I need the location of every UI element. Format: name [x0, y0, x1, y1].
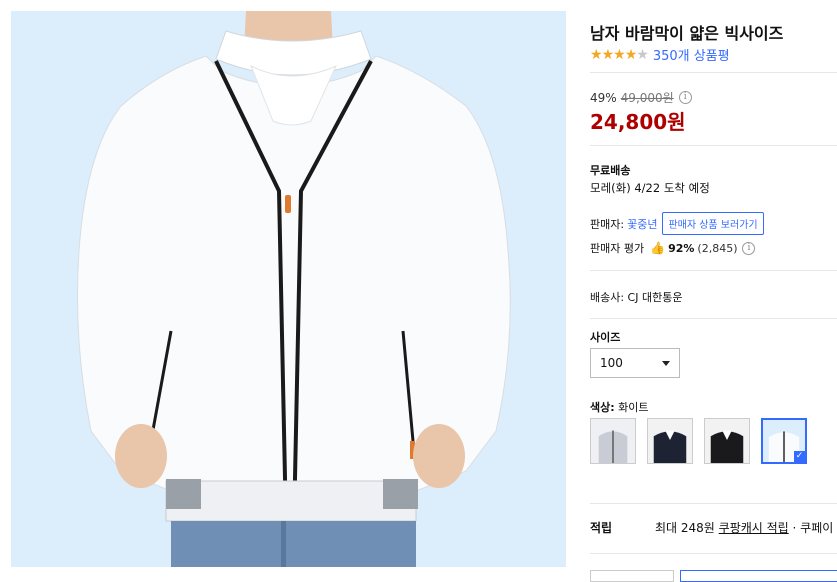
points-suffix: · 쿠페이	[788, 521, 834, 535]
check-icon: ✓	[794, 451, 805, 462]
thumbs-up-icon: 👍	[650, 241, 666, 255]
color-row: 색상: 화이트	[590, 399, 649, 415]
carrier-info: 배송사: CJ 대한통운	[590, 291, 683, 304]
divider	[590, 318, 837, 319]
seller-products-button[interactable]: 판매자 상품 보러가기	[662, 212, 764, 235]
coupang-cash-link[interactable]: 쿠팡캐시 적립	[719, 521, 789, 535]
divider	[590, 503, 837, 504]
discount-rate: 49%	[590, 90, 617, 105]
swatch-light-gray[interactable]	[590, 418, 636, 464]
swatch-navy[interactable]	[647, 418, 693, 464]
star-icon: ★	[590, 46, 603, 63]
action-button[interactable]	[680, 570, 837, 582]
sale-price: 24,800원	[590, 110, 686, 134]
seller-name-link[interactable]: 꽃중년	[627, 216, 657, 232]
color-swatches: ✓	[590, 418, 818, 464]
points-row: 적립 최대 248원 쿠팡캐시 적립 · 쿠페이	[590, 519, 833, 536]
info-icon[interactable]: i	[678, 91, 692, 104]
review-count-link[interactable]: 350개 상품평	[653, 45, 730, 64]
swatch-white[interactable]: ✓	[761, 418, 807, 464]
size-title: 사이즈	[590, 331, 621, 344]
star-icon: ★	[601, 46, 615, 63]
divider	[590, 553, 837, 554]
seller-rating-percent: 92%	[668, 241, 695, 255]
points-amount: 최대 248원	[655, 521, 719, 535]
points-label: 적립	[590, 521, 613, 535]
discount-row: 49% 49,000원 i	[590, 89, 692, 106]
star-rating: ★ ★ ★ ★ ★	[590, 46, 649, 63]
size-select[interactable]: 100	[590, 348, 680, 378]
product-rating[interactable]: ★ ★ ★ ★ ★ 350개 상품평	[590, 45, 730, 65]
product-title: 남자 바람막이 얇은 빅사이즈	[590, 24, 784, 43]
seller-rating-count: (2,845)	[697, 241, 738, 255]
arrival-date: 모레(화) 4/22 도착 예정	[590, 181, 710, 195]
star-icon: ★	[613, 46, 626, 63]
divider	[590, 72, 837, 73]
divider	[590, 145, 837, 146]
chevron-down-icon	[662, 360, 670, 366]
seller-row: 판매자: 꽃중년 판매자 상품 보러가기	[590, 212, 764, 235]
product-info-panel: 남자 바람막이 얇은 빅사이즈 ★ ★ ★ ★ ★ 350개 상품평 49% 4…	[590, 0, 837, 582]
product-image[interactable]	[11, 11, 566, 567]
color-value: 화이트	[618, 401, 649, 414]
seller-rating-row: 판매자 평가 👍 92% (2,845) i	[590, 240, 756, 256]
shipping-title: 무료배송	[590, 164, 631, 177]
size-select-value: 100	[600, 356, 623, 370]
swatch-black[interactable]	[704, 418, 750, 464]
quantity-box[interactable]	[590, 570, 674, 582]
color-label: 색상:	[590, 401, 615, 414]
product-photo-illustration	[11, 11, 566, 567]
seller-label: 판매자:	[590, 217, 625, 231]
seller-rating-label: 판매자 평가	[590, 242, 645, 255]
star-empty-icon: ★	[636, 46, 649, 63]
star-icon: ★	[624, 46, 638, 63]
info-icon[interactable]: i	[742, 241, 756, 255]
divider	[590, 270, 837, 271]
original-price: 49,000원	[620, 91, 674, 105]
